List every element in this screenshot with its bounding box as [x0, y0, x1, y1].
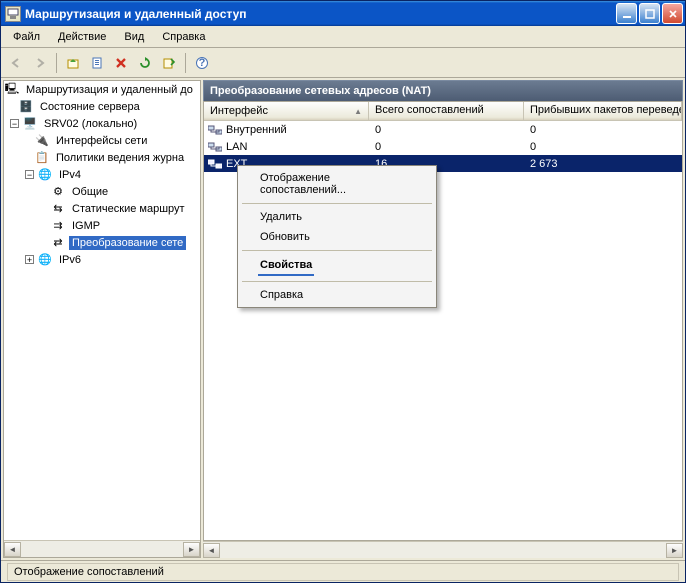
network-icon [208, 158, 222, 170]
scroll-track[interactable] [220, 543, 666, 558]
tree-root[interactable]: 🖳 Маршрутизация и удаленный до [4, 81, 200, 98]
window-title: Маршрутизация и удаленный доступ [25, 7, 616, 21]
ipv6-icon: 🌐 [37, 252, 53, 268]
app-window: Маршрутизация и удаленный доступ Файл Де… [0, 0, 686, 583]
back-button [5, 52, 27, 74]
cell-total: 0 [369, 124, 524, 136]
tree-general[interactable]: ⚙ Общие [4, 183, 200, 200]
col-total-mappings[interactable]: Всего сопоставлений [369, 102, 524, 120]
panel-title: Преобразование сетевых адресов (NAT) [203, 80, 683, 101]
tree-igmp[interactable]: ⇉ IGMP [4, 217, 200, 234]
collapse-icon[interactable]: − [10, 119, 19, 128]
status-text: Отображение сопоставлений [7, 563, 679, 581]
menubar: Файл Действие Вид Справка [1, 26, 685, 48]
close-button[interactable] [662, 3, 683, 24]
statusbar: Отображение сопоставлений [1, 560, 685, 582]
app-icon [5, 6, 21, 22]
tree-srv02[interactable]: − 🖥️ SRV02 (локально) [4, 115, 200, 132]
forward-button [29, 52, 51, 74]
menu-action[interactable]: Действие [50, 28, 114, 46]
routes-icon: ⇆ [50, 201, 66, 217]
help-button[interactable]: ? [191, 52, 213, 74]
ctx-refresh[interactable]: Обновить [240, 227, 434, 247]
col-interface[interactable]: Интерфейс▲ [204, 102, 369, 120]
list-row[interactable]: Внутренний 0 0 [204, 121, 682, 138]
scroll-right-button[interactable]: ► [183, 542, 200, 557]
server-icon: 🖳 [4, 82, 20, 98]
tree-logging-policy[interactable]: 📋 Политики ведения журна [4, 149, 200, 166]
ctx-help[interactable]: Справка [240, 285, 434, 305]
client-area: 🖳 Маршрутизация и удаленный до 🗄️ Состоя… [1, 78, 685, 560]
scroll-track[interactable] [21, 542, 183, 557]
scroll-left-button[interactable]: ◄ [4, 542, 21, 557]
toolbar: ? [1, 48, 685, 78]
cell-arrived: 2 673 [524, 158, 682, 170]
collapse-icon[interactable]: − [25, 170, 34, 179]
nat-icon: ⇄ [50, 235, 66, 251]
minimize-button[interactable] [616, 3, 637, 24]
menu-view[interactable]: Вид [116, 28, 152, 46]
iface-name: LAN [226, 141, 247, 153]
cell-arrived: 0 [524, 141, 682, 153]
list-hscroll[interactable]: ◄ ► [203, 541, 683, 558]
svg-text:?: ? [199, 57, 206, 69]
tree-ipv4[interactable]: − 🌐 IPv4 [4, 166, 200, 183]
iface-name: Внутренний [226, 124, 287, 136]
scroll-right-button[interactable]: ► [666, 543, 683, 558]
network-icon [208, 141, 222, 153]
maximize-button[interactable] [639, 3, 660, 24]
tree-nat[interactable]: ⇄ Преобразование сете [4, 234, 200, 251]
properties-button[interactable] [86, 52, 108, 74]
menu-separator [242, 281, 432, 282]
list-row[interactable]: LAN 0 0 [204, 138, 682, 155]
tree-panel: 🖳 Маршрутизация и удаленный до 🗄️ Состоя… [3, 80, 201, 558]
tree-body[interactable]: 🖳 Маршрутизация и удаленный до 🗄️ Состоя… [4, 81, 200, 540]
computer-icon: 🖥️ [22, 116, 38, 132]
tree-network-interfaces[interactable]: 🔌 Интерфейсы сети [4, 132, 200, 149]
scroll-left-button[interactable]: ◄ [203, 543, 220, 558]
toolbar-separator [185, 53, 186, 73]
refresh-button[interactable] [134, 52, 156, 74]
ctx-delete[interactable]: Удалить [240, 207, 434, 227]
ctx-properties[interactable]: Свойства [258, 256, 314, 276]
tree-ipv6[interactable]: + 🌐 IPv6 [4, 251, 200, 268]
up-button[interactable] [62, 52, 84, 74]
context-menu: Отображение сопоставлений... Удалить Обн… [237, 165, 437, 308]
ctx-show-mappings[interactable]: Отображение сопоставлений... [240, 168, 434, 200]
delete-button[interactable] [110, 52, 132, 74]
toolbar-separator [56, 53, 57, 73]
sort-asc-icon: ▲ [354, 107, 362, 116]
expand-icon[interactable]: + [25, 255, 34, 264]
igmp-icon: ⇉ [50, 218, 66, 234]
details-panel: Преобразование сетевых адресов (NAT) Инт… [203, 80, 683, 558]
tree-static-routes[interactable]: ⇆ Статические маршрут [4, 200, 200, 217]
tree-hscroll[interactable]: ◄ ► [4, 540, 200, 557]
menu-file[interactable]: Файл [5, 28, 48, 46]
tree-server-state[interactable]: 🗄️ Состояние сервера [4, 98, 200, 115]
network-icon [208, 124, 222, 136]
column-headers: Интерфейс▲ Всего сопоставлений Прибывших… [204, 102, 682, 121]
log-icon: 📋 [34, 150, 50, 166]
ipv4-icon: 🌐 [37, 167, 53, 183]
col-arrived-packets[interactable]: Прибывших пакетов переведе [524, 102, 682, 120]
nic-icon: 🔌 [34, 133, 50, 149]
cell-total: 0 [369, 141, 524, 153]
cell-arrived: 0 [524, 124, 682, 136]
server-state-icon: 🗄️ [18, 99, 34, 115]
menu-separator [242, 203, 432, 204]
export-button[interactable] [158, 52, 180, 74]
titlebar: Маршрутизация и удаленный доступ [1, 1, 685, 26]
general-icon: ⚙ [50, 184, 66, 200]
menu-help[interactable]: Справка [154, 28, 213, 46]
menu-separator [242, 250, 432, 251]
